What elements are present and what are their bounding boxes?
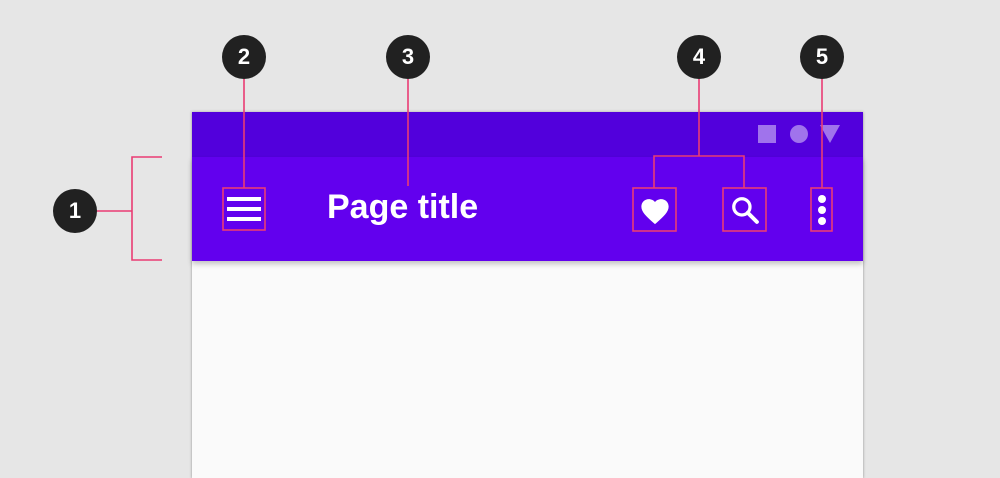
callout-badge-2: 2 (222, 35, 266, 79)
page-title: Page title (327, 188, 479, 226)
more-vert-icon (817, 194, 826, 225)
diagram-canvas: Page title 1 2 3 4 5 (0, 0, 1000, 478)
circle-icon (790, 125, 808, 143)
menu-icon (227, 196, 261, 222)
square-icon (758, 125, 776, 143)
callout-badge-4: 4 (677, 35, 721, 79)
callout-bracket-1 (131, 156, 162, 261)
callout-badge-1: 1 (53, 189, 97, 233)
callout-badge-5: 5 (800, 35, 844, 79)
status-bar (192, 112, 863, 157)
content-area (192, 261, 863, 478)
search-button[interactable] (723, 188, 766, 231)
navigation-menu-button[interactable] (223, 188, 265, 230)
phone-screen: Page title (192, 112, 863, 478)
search-icon (731, 196, 759, 224)
favorite-icon (640, 198, 669, 224)
favorite-button[interactable] (633, 188, 676, 231)
top-app-bar: Page title (192, 157, 863, 261)
overflow-menu-button[interactable] (811, 188, 832, 231)
triangle-icon (820, 125, 840, 143)
callout-badge-3: 3 (386, 35, 430, 79)
